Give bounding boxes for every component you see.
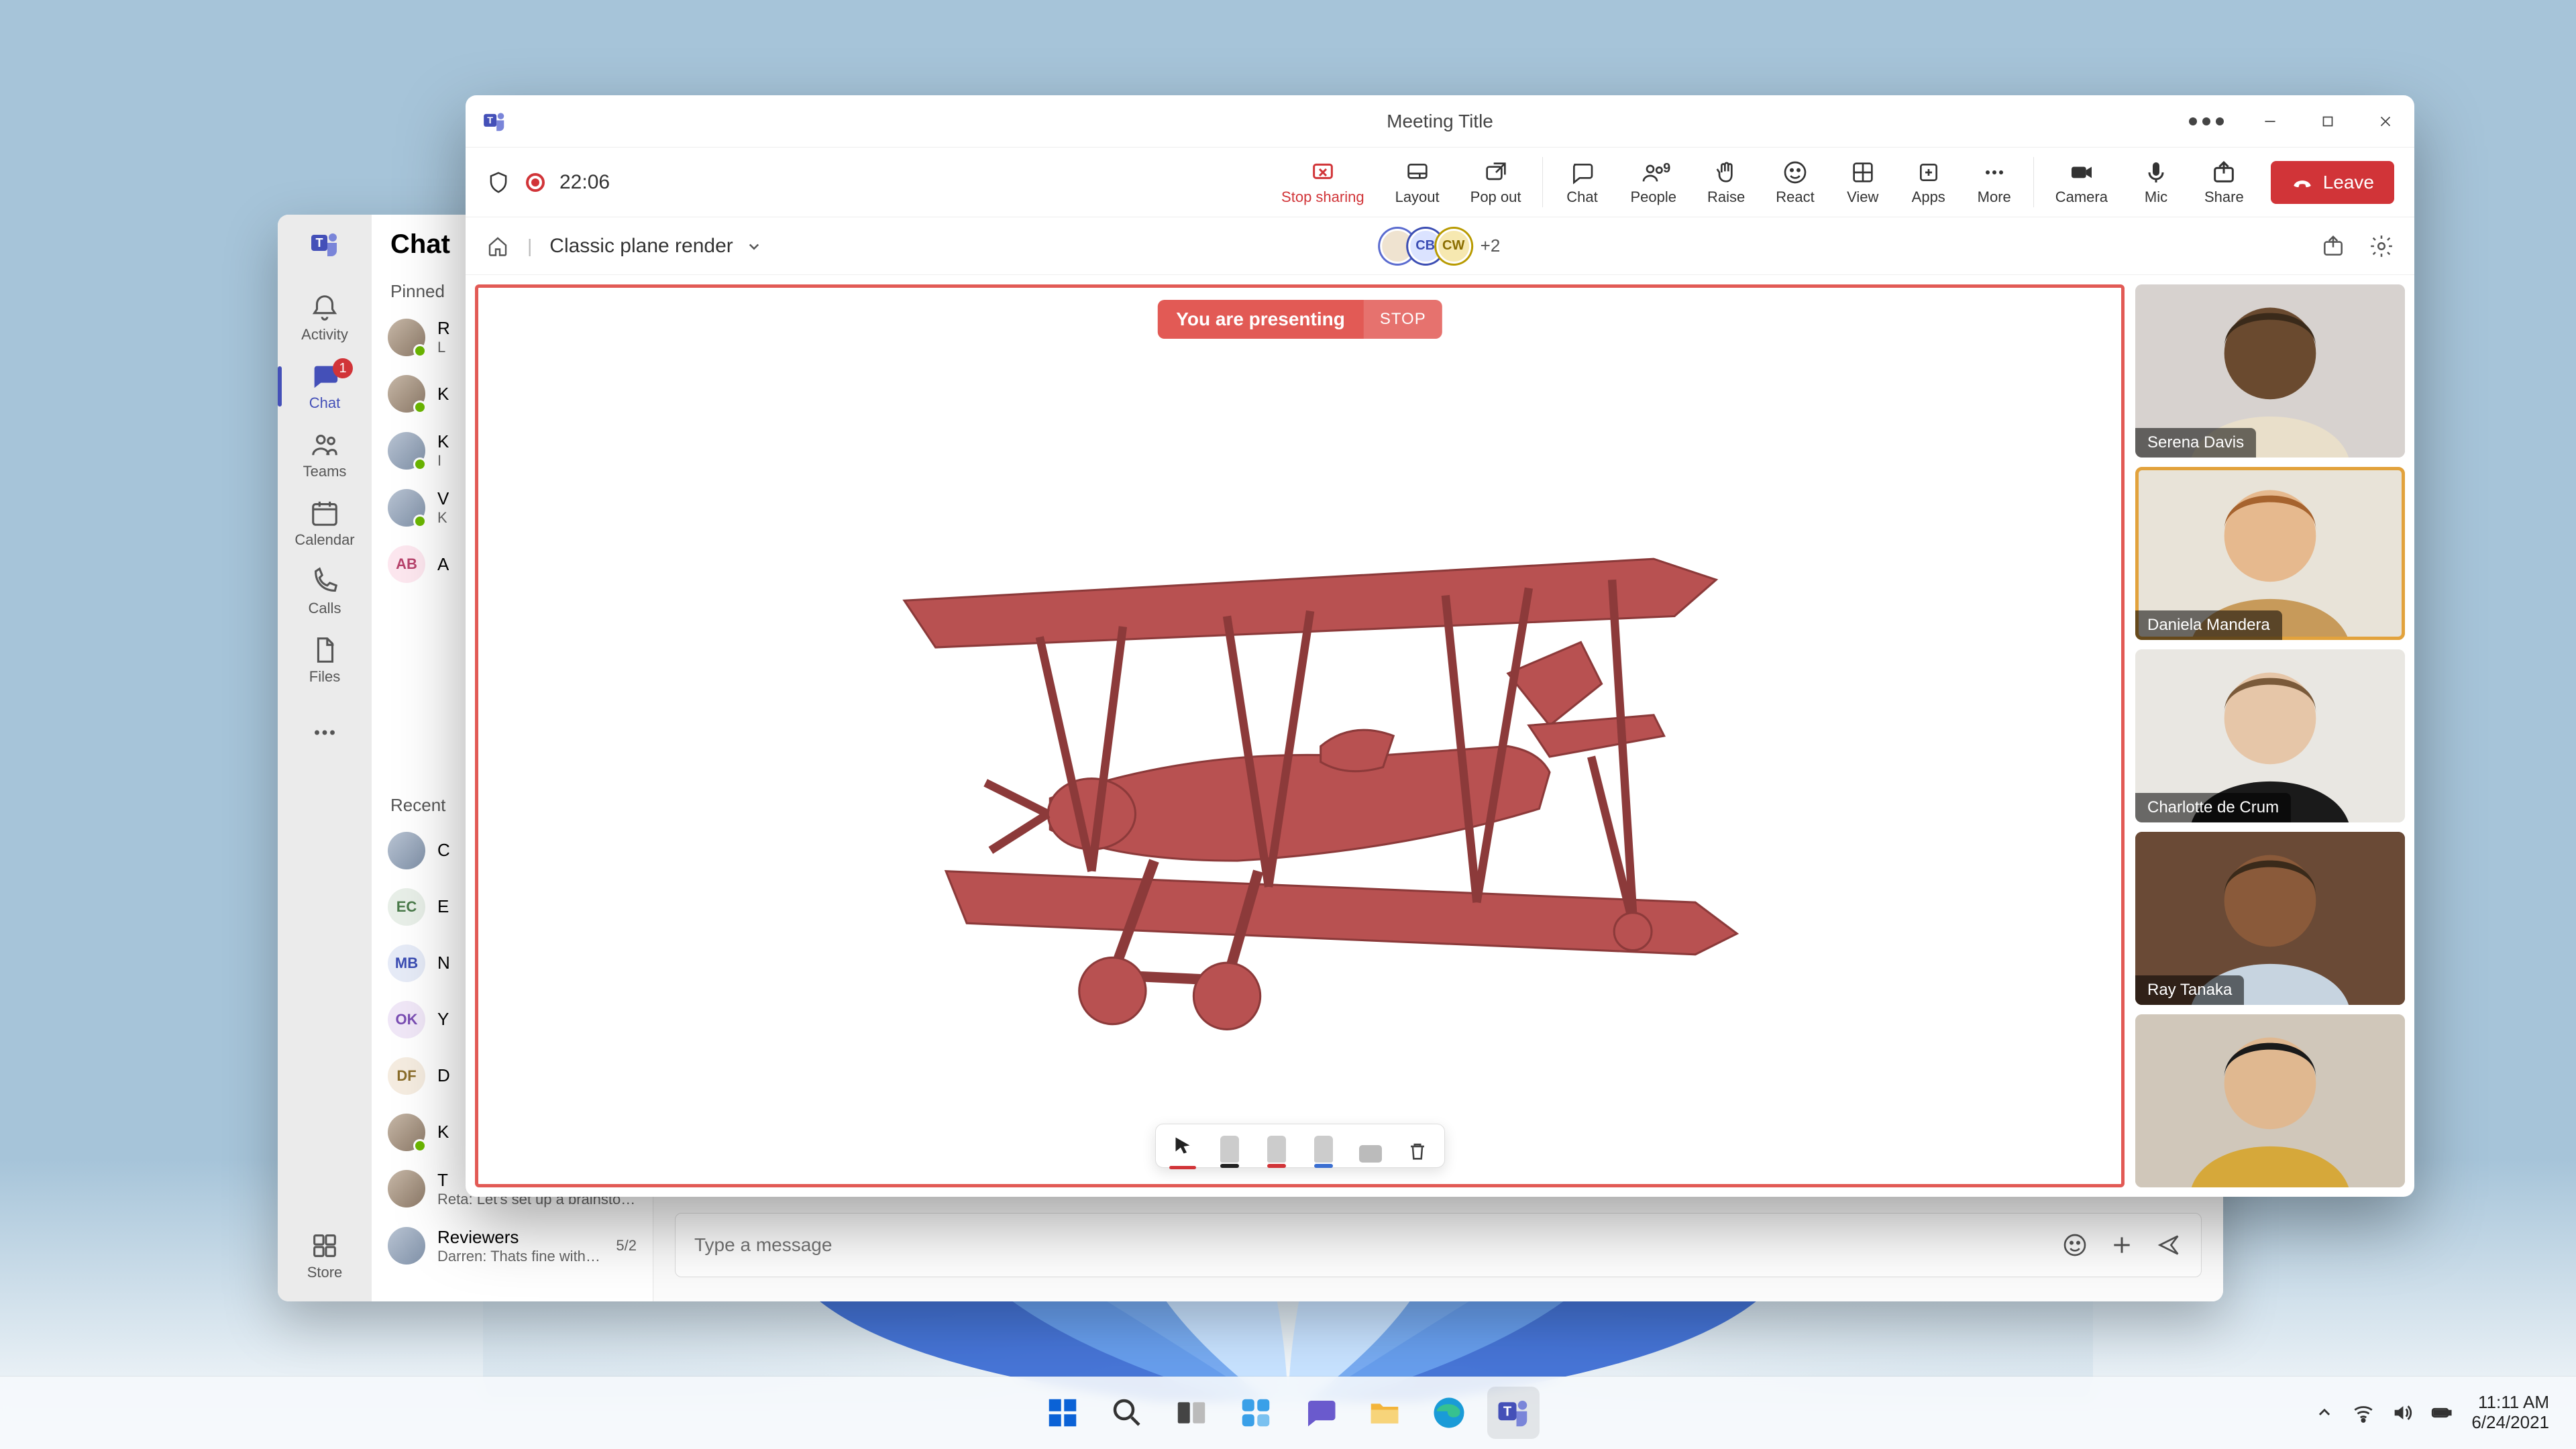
compose-input[interactable] <box>694 1234 2047 1256</box>
start-button[interactable] <box>1036 1387 1089 1439</box>
rail-files[interactable]: Files <box>278 628 372 692</box>
send-icon[interactable] <box>2155 1232 2182 1258</box>
people-button[interactable]: 9 People <box>1615 148 1691 217</box>
participant-tile[interactable] <box>2135 1014 2405 1187</box>
plus-icon[interactable] <box>2108 1232 2135 1258</box>
participant-strip: Serena Davis Daniela Mandera Charlotte de … <box>2135 284 2405 1187</box>
app-rail: T Activity 1 Chat Teams Calendar Calls F… <box>278 215 372 1301</box>
teams-taskbar-button[interactable]: T <box>1487 1387 1540 1439</box>
participant-name: Daniela Mandera <box>2135 610 2282 640</box>
participant-tile[interactable]: Charlotte de Crum <box>2135 649 2405 822</box>
meeting-window: T Meeting Title 22:06 Stop sharing Layou… <box>466 95 2414 1197</box>
close-button[interactable] <box>2357 95 2414 147</box>
rail-calendar[interactable]: Calendar <box>278 491 372 555</box>
taskbar: T 11:11 AM 6/24/2021 <box>0 1377 2576 1449</box>
content-subbar: | Classic plane render CB CW +2 <box>466 217 2414 275</box>
stop-sharing-button[interactable]: Stop sharing <box>1267 148 1379 217</box>
emoji-icon[interactable] <box>2061 1232 2088 1258</box>
maximize-button[interactable] <box>2299 95 2357 147</box>
rail-label: Teams <box>303 463 347 480</box>
wifi-icon[interactable] <box>2352 1401 2375 1424</box>
tray-chevron-icon[interactable] <box>2313 1401 2336 1424</box>
titlebar-more-icon[interactable] <box>2180 95 2233 147</box>
share-button[interactable]: Share <box>2190 148 2259 217</box>
chevron-down-icon <box>744 236 764 256</box>
pop-out-button[interactable]: Pop out <box>1456 148 1536 217</box>
taskbar-pinned: T <box>1036 1387 1540 1439</box>
shield-icon[interactable] <box>486 170 511 195</box>
teams-logo-icon: T <box>309 228 341 260</box>
rail-chat[interactable]: 1 Chat <box>278 354 372 419</box>
presentation-stage[interactable]: You are presenting STOP <box>475 284 2125 1187</box>
participant-tile[interactable]: Serena Davis <box>2135 284 2405 458</box>
rail-teams[interactable]: Teams <box>278 423 372 487</box>
meeting-toolbar: 22:06 Stop sharing Layout Pop out Chat 9 <box>466 148 2414 217</box>
task-view-button[interactable] <box>1165 1387 1218 1439</box>
cursor-tool[interactable] <box>1168 1129 1197 1163</box>
teams-logo-icon: T <box>482 109 507 134</box>
svg-text:T: T <box>316 236 323 250</box>
rail-label: Store <box>307 1264 343 1281</box>
svg-text:T: T <box>487 115 493 126</box>
rail-label: Calls <box>309 600 341 617</box>
raise-hand-button[interactable]: Raise <box>1693 148 1760 217</box>
participant-tile[interactable]: Ray Tanaka <box>2135 832 2405 1005</box>
rail-store[interactable]: Store <box>278 1224 372 1288</box>
pen-blue-tool[interactable] <box>1309 1129 1338 1163</box>
pen-red-tool[interactable] <box>1262 1129 1291 1163</box>
collaborator-avatars[interactable]: CB CW +2 <box>1380 229 1501 264</box>
recording-indicator-icon <box>526 173 545 192</box>
chat-item[interactable]: ReviewersDarren: Thats fine with me5/2 <box>372 1218 653 1275</box>
file-explorer-button[interactable] <box>1358 1387 1411 1439</box>
meeting-body: You are presenting STOP <box>466 275 2414 1197</box>
chat-badge: 1 <box>333 358 353 378</box>
share-link-icon[interactable] <box>2320 233 2346 259</box>
volume-icon[interactable] <box>2391 1401 2414 1424</box>
chat-button[interactable]: Chat <box>1550 148 1614 217</box>
rail-more[interactable] <box>278 700 372 765</box>
widgets-button[interactable] <box>1230 1387 1282 1439</box>
settings-icon[interactable] <box>2369 233 2394 259</box>
system-tray[interactable]: 11:11 AM 6/24/2021 <box>2313 1377 2549 1449</box>
rail-label: Calendar <box>294 531 354 549</box>
meeting-title: Meeting Title <box>466 111 2414 132</box>
search-button[interactable] <box>1101 1387 1153 1439</box>
rail-label: Files <box>309 668 340 686</box>
rail-activity[interactable]: Activity <box>278 286 372 350</box>
rail-label: Chat <box>309 394 340 412</box>
mic-button[interactable]: Mic <box>2124 148 2188 217</box>
rail-label: Activity <box>301 326 348 343</box>
layout-button[interactable]: Layout <box>1381 148 1454 217</box>
minimize-button[interactable] <box>2241 95 2299 147</box>
participant-name: Ray Tanaka <box>2135 975 2244 1005</box>
annotation-toolbar <box>1155 1124 1445 1168</box>
battery-icon[interactable] <box>2430 1401 2453 1424</box>
pen-black-tool[interactable] <box>1215 1129 1244 1163</box>
chat-app-button[interactable] <box>1294 1387 1346 1439</box>
rail-calls[interactable]: Calls <box>278 559 372 624</box>
camera-button[interactable]: Camera <box>2041 148 2123 217</box>
react-button[interactable]: React <box>1761 148 1829 217</box>
document-title-dropdown[interactable]: Classic plane render <box>549 235 763 258</box>
participant-tile[interactable]: Daniela Mandera <box>2135 467 2405 640</box>
leave-button[interactable]: Leave <box>2271 161 2394 204</box>
eraser-tool[interactable] <box>1356 1129 1385 1163</box>
clear-all-tool[interactable] <box>1403 1129 1432 1163</box>
participant-name: Charlotte de Crum <box>2135 793 2291 822</box>
shared-content-plane <box>478 288 2121 1184</box>
meeting-timer: 22:06 <box>559 171 610 194</box>
taskbar-clock[interactable]: 11:11 AM 6/24/2021 <box>2471 1393 2549 1433</box>
meeting-titlebar[interactable]: T Meeting Title <box>466 95 2414 148</box>
view-button[interactable]: View <box>1831 148 1895 217</box>
edge-button[interactable] <box>1423 1387 1475 1439</box>
participant-name: Serena Davis <box>2135 428 2256 458</box>
home-icon[interactable] <box>486 234 510 258</box>
message-compose[interactable] <box>675 1213 2202 1277</box>
svg-text:T: T <box>1503 1405 1512 1419</box>
more-button[interactable]: More <box>1962 148 2027 217</box>
apps-button[interactable]: Apps <box>1896 148 1961 217</box>
